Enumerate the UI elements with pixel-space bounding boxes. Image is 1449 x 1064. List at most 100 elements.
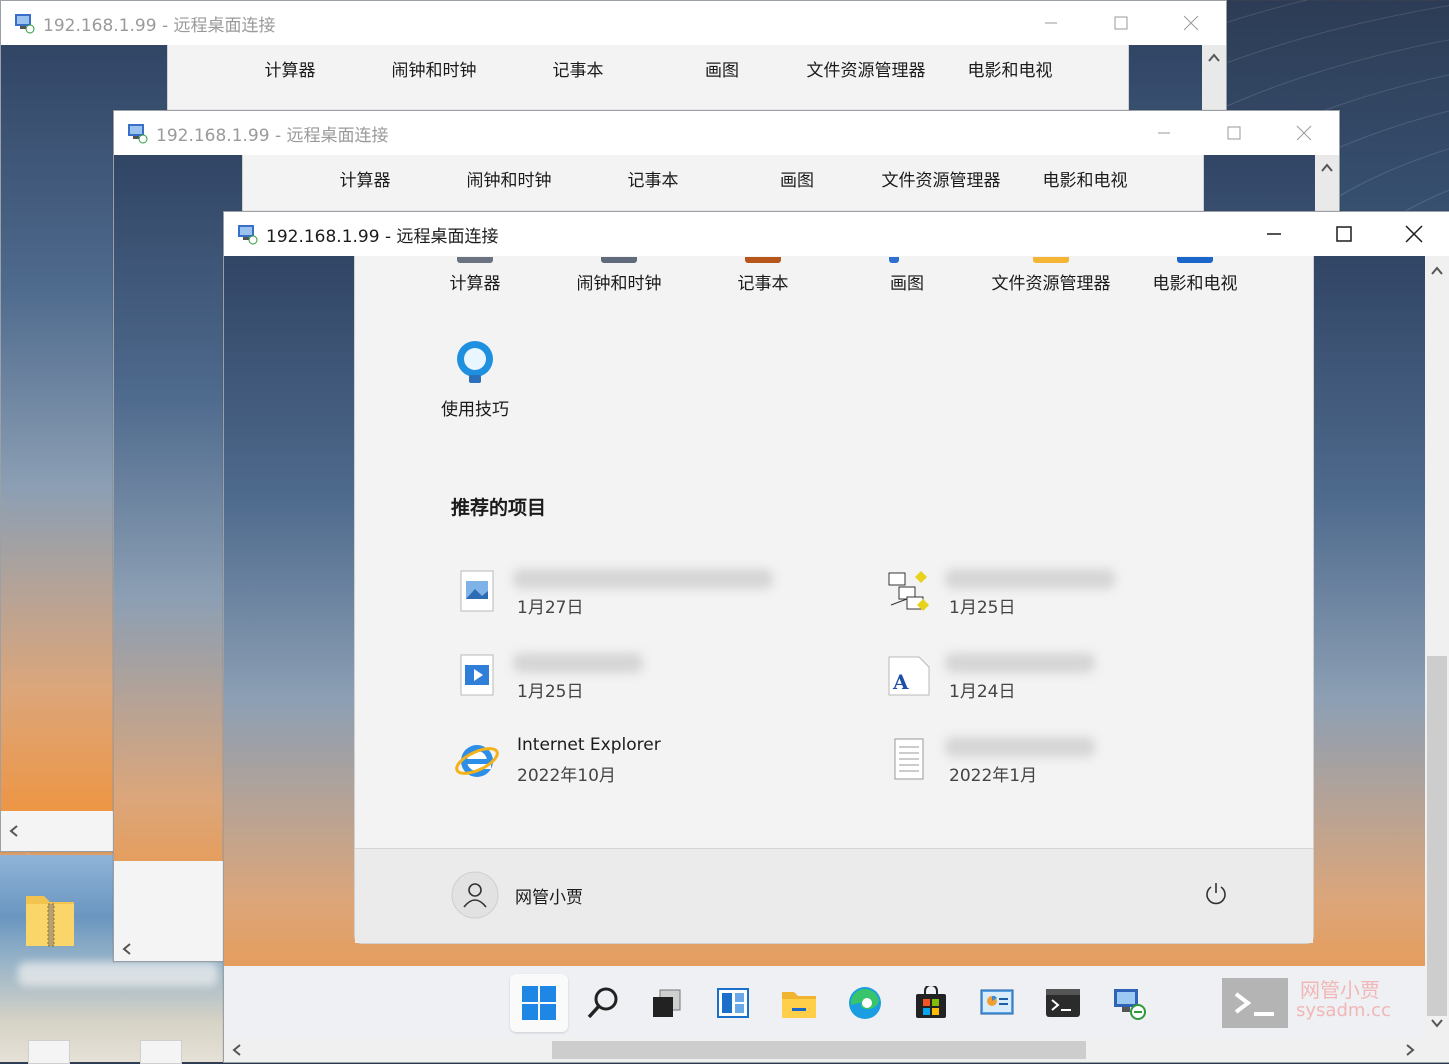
app-label[interactable]: 记事本 bbox=[506, 56, 650, 81]
edge-button[interactable] bbox=[836, 974, 894, 1032]
close-button[interactable] bbox=[1379, 212, 1449, 256]
title-bar[interactable]: 192.168.1.99 - 远程桌面连接 bbox=[224, 212, 1449, 256]
calculator-icon bbox=[457, 257, 493, 263]
recommended-item[interactable]: Internet Explorer 2022年10月 bbox=[455, 731, 815, 791]
clock-icon bbox=[601, 257, 637, 263]
minimize-button[interactable] bbox=[1016, 1, 1086, 45]
user-account[interactable]: 网管小贾 bbox=[451, 871, 671, 919]
taskbar: 网管小贾 sysadm.cc bbox=[224, 966, 1449, 1038]
app-label[interactable]: 文件资源管理器 bbox=[794, 56, 938, 81]
scroll-left-icon[interactable] bbox=[122, 943, 132, 955]
internet-explorer-icon bbox=[455, 745, 499, 777]
recommended-item[interactable]: 1月25日 bbox=[455, 647, 815, 707]
close-button[interactable] bbox=[1156, 1, 1226, 45]
desktop-file-icon[interactable] bbox=[28, 1040, 70, 1064]
watermark-line1: 网管小贾 bbox=[1300, 978, 1380, 1002]
app-label[interactable]: 计算器 bbox=[293, 166, 437, 191]
window-title: 192.168.1.99 - 远程桌面连接 bbox=[43, 15, 276, 36]
app-label[interactable]: 画图 bbox=[725, 166, 869, 191]
scroll-up-icon[interactable] bbox=[1208, 53, 1220, 63]
close-button[interactable] bbox=[1269, 111, 1339, 155]
video-file-icon bbox=[460, 654, 494, 696]
paint-icon bbox=[889, 257, 899, 263]
file-explorer-button[interactable] bbox=[770, 974, 828, 1032]
control-panel-button[interactable] bbox=[968, 974, 1026, 1032]
remote-desktop-icon bbox=[15, 14, 35, 34]
app-movies-tv[interactable]: 电影和电视 bbox=[1123, 269, 1267, 294]
start-menu-panel: 计算器 闹钟和时钟 记事本 画图 文件资源管理器 电影和电视 bbox=[167, 45, 1129, 115]
minimize-button[interactable] bbox=[1129, 111, 1199, 155]
recommended-item[interactable]: A 1月24日 bbox=[887, 647, 1247, 707]
item-date: 1月25日 bbox=[949, 598, 1016, 618]
app-tips[interactable]: 使用技巧 bbox=[415, 339, 535, 420]
task-view-button[interactable] bbox=[638, 974, 696, 1032]
scroll-left-icon[interactable] bbox=[232, 1044, 242, 1056]
remote-screen[interactable]: 计算器 闹钟和时钟 记事本 画图 文件资源管理器 电影和电视 使用技巧 推荐的项… bbox=[224, 256, 1449, 1062]
blurred-filename bbox=[945, 653, 1095, 673]
app-calculator[interactable]: 计算器 bbox=[403, 269, 547, 294]
search-icon bbox=[587, 987, 618, 1019]
search-button[interactable] bbox=[574, 974, 632, 1032]
power-icon[interactable] bbox=[1203, 881, 1229, 907]
vertical-scrollbar[interactable] bbox=[1425, 256, 1449, 1038]
recommended-item[interactable]: 1月27日 bbox=[455, 563, 815, 623]
scroll-thumb[interactable] bbox=[552, 1041, 1086, 1059]
app-label[interactable]: 记事本 bbox=[581, 166, 725, 191]
blurred-filename bbox=[513, 569, 773, 589]
maximize-button[interactable] bbox=[1199, 111, 1269, 155]
app-label[interactable]: 文件资源管理器 bbox=[869, 166, 1013, 191]
desktop-file-icon[interactable] bbox=[140, 1040, 182, 1064]
scroll-thumb[interactable] bbox=[1427, 656, 1447, 1016]
title-bar[interactable]: 192.168.1.99 - 远程桌面连接 bbox=[1, 1, 1226, 45]
app-label[interactable]: 闹钟和时钟 bbox=[437, 166, 581, 191]
scroll-left-icon[interactable] bbox=[9, 825, 19, 837]
terminal-button[interactable] bbox=[1034, 974, 1092, 1032]
store-button[interactable] bbox=[902, 974, 960, 1032]
file-explorer-icon bbox=[782, 992, 816, 1018]
app-clock[interactable]: 闹钟和时钟 bbox=[547, 269, 691, 294]
horizontal-scrollbar[interactable] bbox=[224, 1038, 1449, 1062]
movies-tv-icon bbox=[1177, 257, 1213, 263]
recommended-item[interactable]: 2022年1月 bbox=[887, 731, 1247, 791]
user-name: 网管小贾 bbox=[515, 888, 583, 908]
edge-icon bbox=[849, 987, 881, 1019]
scroll-up-icon[interactable] bbox=[1321, 163, 1333, 173]
rdp-window-front[interactable]: 192.168.1.99 - 远程桌面连接 计算器 闹钟和时钟 记事本 画图 文… bbox=[223, 211, 1449, 1063]
recommended-item[interactable]: 1月25日 bbox=[887, 563, 1247, 623]
scroll-right-icon[interactable] bbox=[1405, 1044, 1415, 1056]
maximize-button[interactable] bbox=[1086, 1, 1156, 45]
app-file-explorer[interactable]: 文件资源管理器 bbox=[979, 269, 1123, 294]
watermark-line2: sysadm.cc bbox=[1296, 1000, 1391, 1021]
scroll-up-icon[interactable] bbox=[1431, 266, 1443, 276]
app-label[interactable]: 画图 bbox=[650, 56, 794, 81]
blurred-filename bbox=[945, 569, 1115, 589]
maximize-button[interactable] bbox=[1309, 212, 1379, 256]
network-app-icon bbox=[888, 571, 929, 611]
remote-desktop-icon bbox=[1114, 989, 1146, 1020]
widgets-button[interactable] bbox=[704, 974, 762, 1032]
start-button[interactable] bbox=[510, 974, 568, 1032]
app-label[interactable]: 闹钟和时钟 bbox=[362, 56, 506, 81]
notepad-icon bbox=[745, 257, 781, 263]
item-date: 2022年1月 bbox=[949, 766, 1038, 786]
title-bar[interactable]: 192.168.1.99 - 远程桌面连接 bbox=[114, 111, 1339, 155]
window-title: 192.168.1.99 - 远程桌面连接 bbox=[266, 226, 499, 247]
app-label[interactable]: 电影和电视 bbox=[1013, 166, 1157, 191]
zip-folder-icon[interactable] bbox=[22, 888, 78, 950]
blurred-filename bbox=[513, 653, 643, 673]
tips-lightbulb-icon bbox=[457, 341, 493, 383]
item-date: 1月27日 bbox=[517, 598, 584, 618]
app-label[interactable]: 电影和电视 bbox=[938, 56, 1082, 81]
remote-desktop-button[interactable] bbox=[1100, 974, 1158, 1032]
app-notepad[interactable]: 记事本 bbox=[691, 269, 835, 294]
scroll-down-icon[interactable] bbox=[1431, 1018, 1443, 1028]
pinned-apps-row: 计算器 闹钟和时钟 记事本 画图 文件资源管理器 电影和电视 bbox=[355, 257, 1313, 309]
task-view-icon bbox=[653, 989, 681, 1017]
font-file-icon: A bbox=[888, 656, 930, 696]
minimize-button[interactable] bbox=[1239, 212, 1309, 256]
terminal-icon bbox=[1046, 989, 1080, 1017]
image-file-icon bbox=[460, 570, 494, 612]
app-paint[interactable]: 画图 bbox=[835, 269, 979, 294]
app-label[interactable]: 计算器 bbox=[218, 56, 362, 81]
desktop-icon-label bbox=[18, 962, 218, 986]
